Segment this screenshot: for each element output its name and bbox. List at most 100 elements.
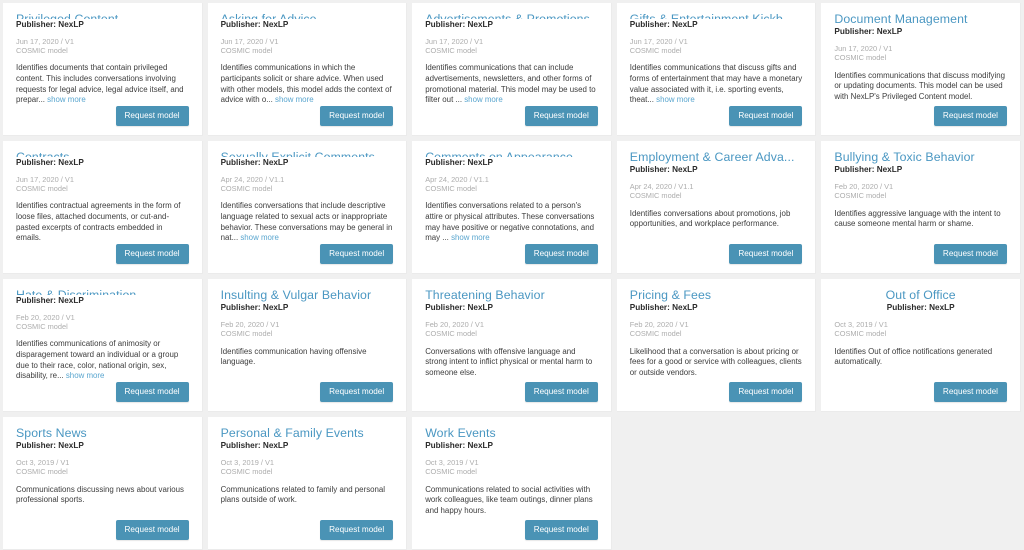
show-more-link[interactable]: show more <box>66 371 105 380</box>
model-card-model-type: COSMIC model <box>16 467 68 477</box>
model-card-title[interactable]: Contracts <box>16 150 189 156</box>
model-card-title[interactable]: Privileged Content <box>16 12 189 18</box>
model-card[interactable]: Out of Office Publisher: NexLP Oct 3, 2019… <box>821 279 1021 412</box>
model-card-description: Identifies communication having offensiv… <box>221 347 394 368</box>
request-model-button[interactable]: Request model <box>115 105 189 126</box>
model-card-description-text: Identifies contractual agreements in the… <box>16 201 181 243</box>
request-model-button[interactable]: Request model <box>933 243 1007 264</box>
model-card[interactable]: Bullying & Toxic Behavior Publisher: NexL… <box>821 141 1021 274</box>
model-card-title[interactable]: Work Events <box>425 426 598 440</box>
model-card-description-text: Identifies communications that can inclu… <box>425 63 596 105</box>
show-more-link[interactable]: show more <box>47 95 86 104</box>
request-model-button[interactable]: Request model <box>524 381 598 402</box>
model-card[interactable]: Threatening Behavior Publisher: NexLP Feb … <box>412 279 612 412</box>
model-card-title[interactable]: Insulting & Vulgar Behavior <box>221 288 394 302</box>
model-card[interactable]: Employment & Career Adva... Publisher: Ne… <box>616 141 817 274</box>
model-card-title[interactable]: Sports News <box>16 426 189 440</box>
model-card-meta: Feb 20, 2020 / V1 COSMIC model <box>630 320 803 339</box>
model-card[interactable]: Advertisements & PromotionsPublisher: Ne… <box>412 3 612 136</box>
model-card-description: Identifies communications in which the p… <box>221 63 394 105</box>
request-model-button[interactable]: Request model <box>115 243 189 264</box>
model-card-footer: Request model <box>425 105 598 127</box>
model-card-title[interactable]: Comments on Appearance <box>425 150 598 156</box>
model-card-title[interactable]: Asking for Advice <box>221 12 394 18</box>
model-card-description: Communications related to family and per… <box>221 485 394 506</box>
model-card-model-type: COSMIC model <box>834 329 887 339</box>
model-card[interactable]: Insulting & Vulgar Behavior Publisher: Ne… <box>207 279 408 412</box>
model-card-meta: Apr 24, 2020 / V1.1 COSMIC model <box>425 175 598 194</box>
model-card-description: Communications related to social activit… <box>425 485 598 517</box>
model-card-footer: Request model <box>16 381 189 403</box>
model-card-model-type: COSMIC model <box>629 191 682 201</box>
request-model-button[interactable]: Request model <box>115 519 189 540</box>
model-card-footer: Request model <box>16 105 189 127</box>
model-card-footer: Request model <box>425 519 598 541</box>
model-card-title[interactable]: Employment & Career Adva... <box>630 150 803 164</box>
model-card-footer: Request model <box>425 381 598 403</box>
request-model-button[interactable]: Request model <box>320 519 394 540</box>
model-card-date-version: Oct 3, 2019 / V1 <box>834 320 888 329</box>
request-model-button[interactable]: Request model <box>320 381 394 402</box>
model-card-date-version: Feb 20, 2020 / V1 <box>220 320 280 329</box>
model-card-title[interactable]: Threatening Behavior <box>425 288 598 302</box>
model-card[interactable]: Personal & Family Events Publisher: NexLP… <box>207 417 408 550</box>
model-card-publisher: Publisher: NexLP <box>220 157 289 167</box>
model-card-model-type: COSMIC model <box>425 329 477 339</box>
show-more-link[interactable]: show more <box>275 95 314 104</box>
model-card-footer: Request model <box>630 381 803 403</box>
request-model-button[interactable]: Request model <box>524 243 598 264</box>
request-model-button[interactable]: Request model <box>320 243 394 264</box>
model-card-title[interactable]: Hate & Discrimination <box>16 288 189 294</box>
model-card-description-text: Conversations with offensive language an… <box>425 346 593 377</box>
request-model-button[interactable]: Request model <box>320 105 394 126</box>
show-more-link[interactable]: show more <box>464 95 503 104</box>
model-card-title[interactable]: Gifts & Entertainment Kickb... <box>630 12 803 18</box>
model-card[interactable]: Comments on AppearancePublisher: NexLP Ap… <box>412 141 612 274</box>
model-card-meta: Feb 20, 2020 / V1 COSMIC model <box>834 182 1007 201</box>
model-card-title[interactable]: Advertisements & Promotions <box>425 12 598 18</box>
model-card-model-type: COSMIC model <box>16 322 68 332</box>
model-card-publisher: Publisher: NexLP <box>16 441 84 450</box>
request-model-button[interactable]: Request model <box>729 105 803 126</box>
model-card-description: Likelihood that a conversation is about … <box>630 347 803 379</box>
model-card[interactable]: ContractsPublisher: NexLP Jun 17, 2020 / … <box>3 141 203 274</box>
model-card-description: Identifies communications that discuss m… <box>834 71 1007 103</box>
model-card-publisher: Publisher: NexLP <box>834 165 903 174</box>
model-card-date-version: Jun 17, 2020 / V1 <box>220 36 279 46</box>
model-card[interactable]: Sexually Explicit CommentsPublisher: Nex… <box>207 141 408 274</box>
request-model-button[interactable]: Request model <box>115 381 189 402</box>
model-card-description: Identifies communications of animosity o… <box>16 339 189 381</box>
model-card-title[interactable]: Pricing & Fees <box>630 288 803 302</box>
model-card[interactable]: Privileged ContentPublisher: NexLP Jun 17… <box>3 3 203 136</box>
model-card-publisher: Publisher: NexLP <box>425 157 493 167</box>
model-card[interactable]: Hate & DiscriminationPublisher: NexLP Feb… <box>3 279 203 412</box>
model-card[interactable]: Work Events Publisher: NexLP Oct 3, 2019 /… <box>412 417 612 550</box>
model-card-title[interactable]: Bullying & Toxic Behavior <box>834 150 1007 164</box>
model-card-title[interactable]: Sexually Explicit Comments <box>221 150 394 156</box>
model-card-date-version: Apr 24, 2020 / V1.1 <box>425 174 489 184</box>
model-card-footer: Request model <box>16 243 189 265</box>
request-model-button[interactable]: Request model <box>729 243 803 264</box>
model-card-footer: Request model <box>221 243 394 265</box>
request-model-button[interactable]: Request model <box>933 381 1007 402</box>
model-card-footer: Request model <box>221 105 394 127</box>
model-card[interactable]: Gifts & Entertainment Kickb...Publisher:… <box>616 3 817 136</box>
model-card[interactable]: Pricing & Fees Publisher: NexLP Feb 20, 20… <box>616 279 817 412</box>
model-card-publisher: Publisher: NexLP <box>16 157 84 167</box>
request-model-button[interactable]: Request model <box>524 519 598 540</box>
model-card-publisher: Publisher: NexLP <box>220 19 289 29</box>
model-card[interactable]: Sports News Publisher: NexLP Oct 3, 2019 /… <box>3 417 203 550</box>
model-card[interactable]: Asking for AdvicePublisher: NexLP Jun 17,… <box>207 3 408 136</box>
show-more-link[interactable]: show more <box>240 233 279 242</box>
model-card[interactable]: Document Management Publisher: NexLP Jun 1… <box>821 3 1021 136</box>
request-model-button[interactable]: Request model <box>729 381 803 402</box>
model-card-title[interactable]: Out of Office <box>834 288 1007 302</box>
model-card-title[interactable]: Document Management <box>834 12 1007 26</box>
request-model-button[interactable]: Request model <box>524 105 598 126</box>
model-card-date-version: Jun 17, 2020 / V1 <box>16 174 74 184</box>
request-model-button[interactable]: Request model <box>933 105 1007 126</box>
model-card-description: Identifies contractual agreements in the… <box>16 201 189 243</box>
show-more-link[interactable]: show more <box>656 95 695 104</box>
model-card-title[interactable]: Personal & Family Events <box>221 426 394 440</box>
show-more-link[interactable]: show more <box>451 233 490 242</box>
